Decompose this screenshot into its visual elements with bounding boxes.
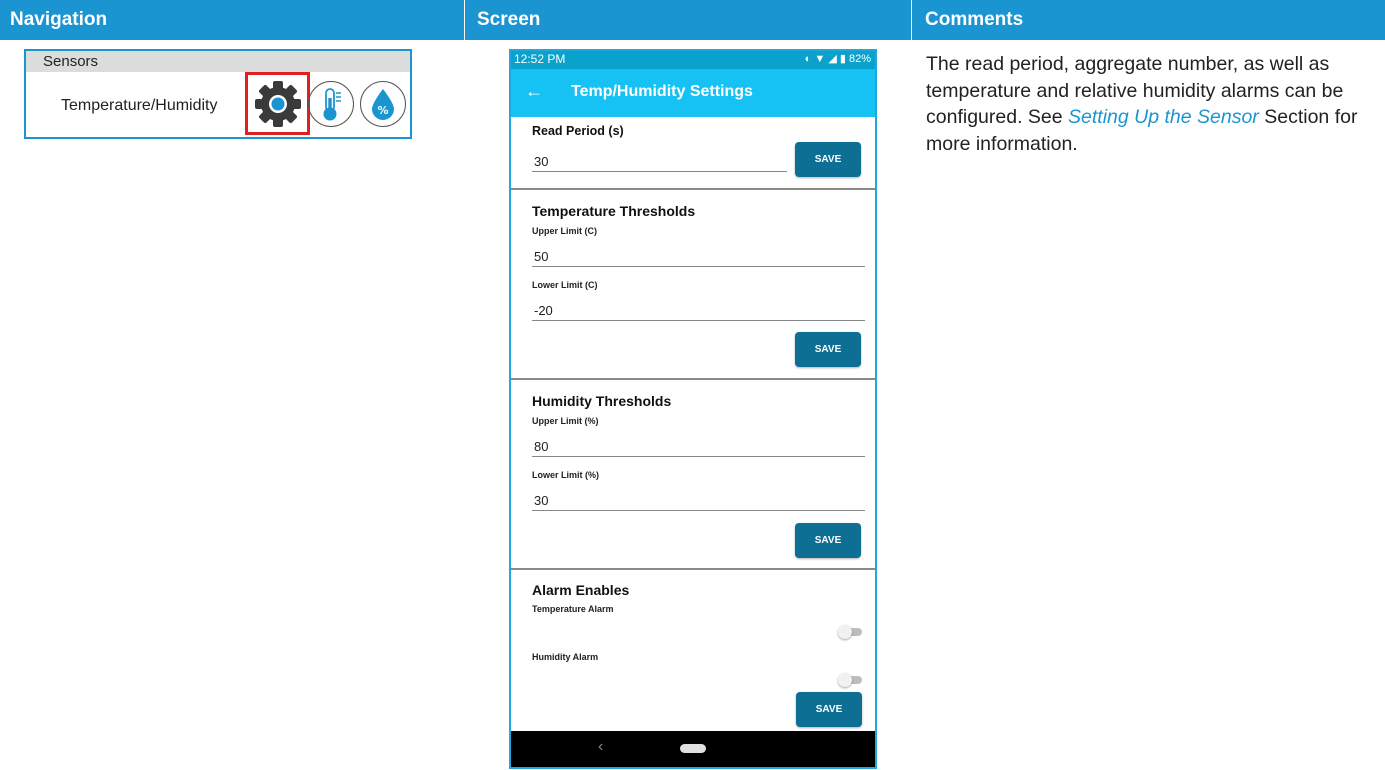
app-bar: ← Temp/Humidity Settings: [511, 69, 875, 117]
temp-lower-label: Lower Limit (C): [532, 280, 598, 290]
save-temperature-button[interactable]: SAVE: [795, 332, 861, 367]
nav-back-icon[interactable]: ‹: [598, 738, 603, 756]
signal-icon: ◢: [828, 53, 837, 65]
humidity-alarm-toggle[interactable]: [838, 673, 862, 687]
nav-home-pill[interactable]: [680, 744, 706, 753]
sensor-row-label: Temperature/Humidity: [61, 97, 218, 114]
temp-upper-label: Upper Limit (C): [532, 226, 597, 236]
status-icons: ◐ ▼ ◢ ▮ 82%: [805, 52, 871, 65]
temperature-alarm-toggle[interactable]: [838, 625, 862, 639]
read-period-title: Read Period (s): [532, 124, 624, 138]
svg-text:%: %: [377, 104, 388, 117]
humidity-upper-underline: [532, 456, 865, 457]
header-comments: Comments: [925, 9, 1024, 30]
humidity-percent-icon[interactable]: %: [360, 81, 406, 127]
back-arrow-icon[interactable]: ←: [525, 81, 543, 102]
save-humidity-button[interactable]: SAVE: [795, 523, 861, 558]
header-navigation: Navigation: [10, 9, 108, 30]
android-nav-bar: ‹: [511, 731, 875, 767]
alarm-enables-section: Alarm Enables Temperature Alarm Humidity…: [511, 570, 875, 735]
temperature-thresholds-title: Temperature Thresholds: [532, 203, 696, 219]
humidity-lower-input[interactable]: 30: [534, 493, 548, 508]
humidity-lower-underline: [532, 510, 865, 511]
gear-icon[interactable]: [253, 79, 303, 129]
humidity-thresholds-title: Humidity Thresholds: [532, 393, 672, 409]
setting-up-sensor-link[interactable]: Setting Up the Sensor: [1068, 106, 1259, 128]
temp-lower-input[interactable]: -20: [534, 303, 553, 318]
vibrate-icon: ◐: [804, 53, 812, 65]
thermometer-icon[interactable]: [308, 81, 354, 127]
temperature-alarm-label: Temperature Alarm: [532, 604, 614, 614]
navigation-panel: Sensors Temperature/Humidity %: [24, 49, 412, 139]
table-header: Navigation Screen Comments: [0, 0, 1385, 40]
sensors-bar: Sensors: [26, 51, 410, 72]
humidity-upper-input[interactable]: 80: [534, 439, 548, 454]
read-period-input[interactable]: 30: [534, 154, 548, 169]
battery-percent: 82%: [848, 53, 871, 65]
status-bar: 12:52 PM ◐ ▼ ◢ ▮ 82%: [511, 51, 875, 69]
read-period-underline: [532, 171, 787, 172]
temp-lower-underline: [532, 320, 865, 321]
comments-text: The read period, aggregate number, as we…: [926, 51, 1376, 157]
save-alarms-button[interactable]: SAVE: [796, 692, 862, 727]
header-divider: [911, 0, 912, 40]
header-divider: [464, 0, 465, 40]
humidity-thresholds-section: Humidity Thresholds Upper Limit (%) 80 L…: [511, 380, 875, 570]
humidity-upper-label: Upper Limit (%): [532, 416, 599, 426]
humidity-lower-label: Lower Limit (%): [532, 470, 599, 480]
status-time: 12:52 PM: [514, 52, 566, 66]
battery-icon: ▮: [839, 53, 846, 65]
wifi-icon: ▼: [814, 53, 826, 65]
temp-upper-input[interactable]: 50: [534, 249, 548, 264]
header-screen: Screen: [477, 9, 541, 30]
screen-title: Temp/Humidity Settings: [571, 83, 753, 100]
temp-upper-underline: [532, 266, 865, 267]
sensors-label: Sensors: [43, 53, 99, 70]
humidity-alarm-label: Humidity Alarm: [532, 652, 599, 662]
phone-screen: 12:52 PM ◐ ▼ ◢ ▮ 82% ← Temp/Humidity Set…: [509, 49, 877, 769]
alarm-enables-title: Alarm Enables: [532, 582, 630, 598]
gear-highlight-box[interactable]: [245, 72, 310, 135]
read-period-section: Read Period (s) 30 SAVE: [511, 117, 875, 190]
save-read-period-button[interactable]: SAVE: [795, 142, 861, 177]
temperature-thresholds-section: Temperature Thresholds Upper Limit (C) 5…: [511, 190, 875, 380]
